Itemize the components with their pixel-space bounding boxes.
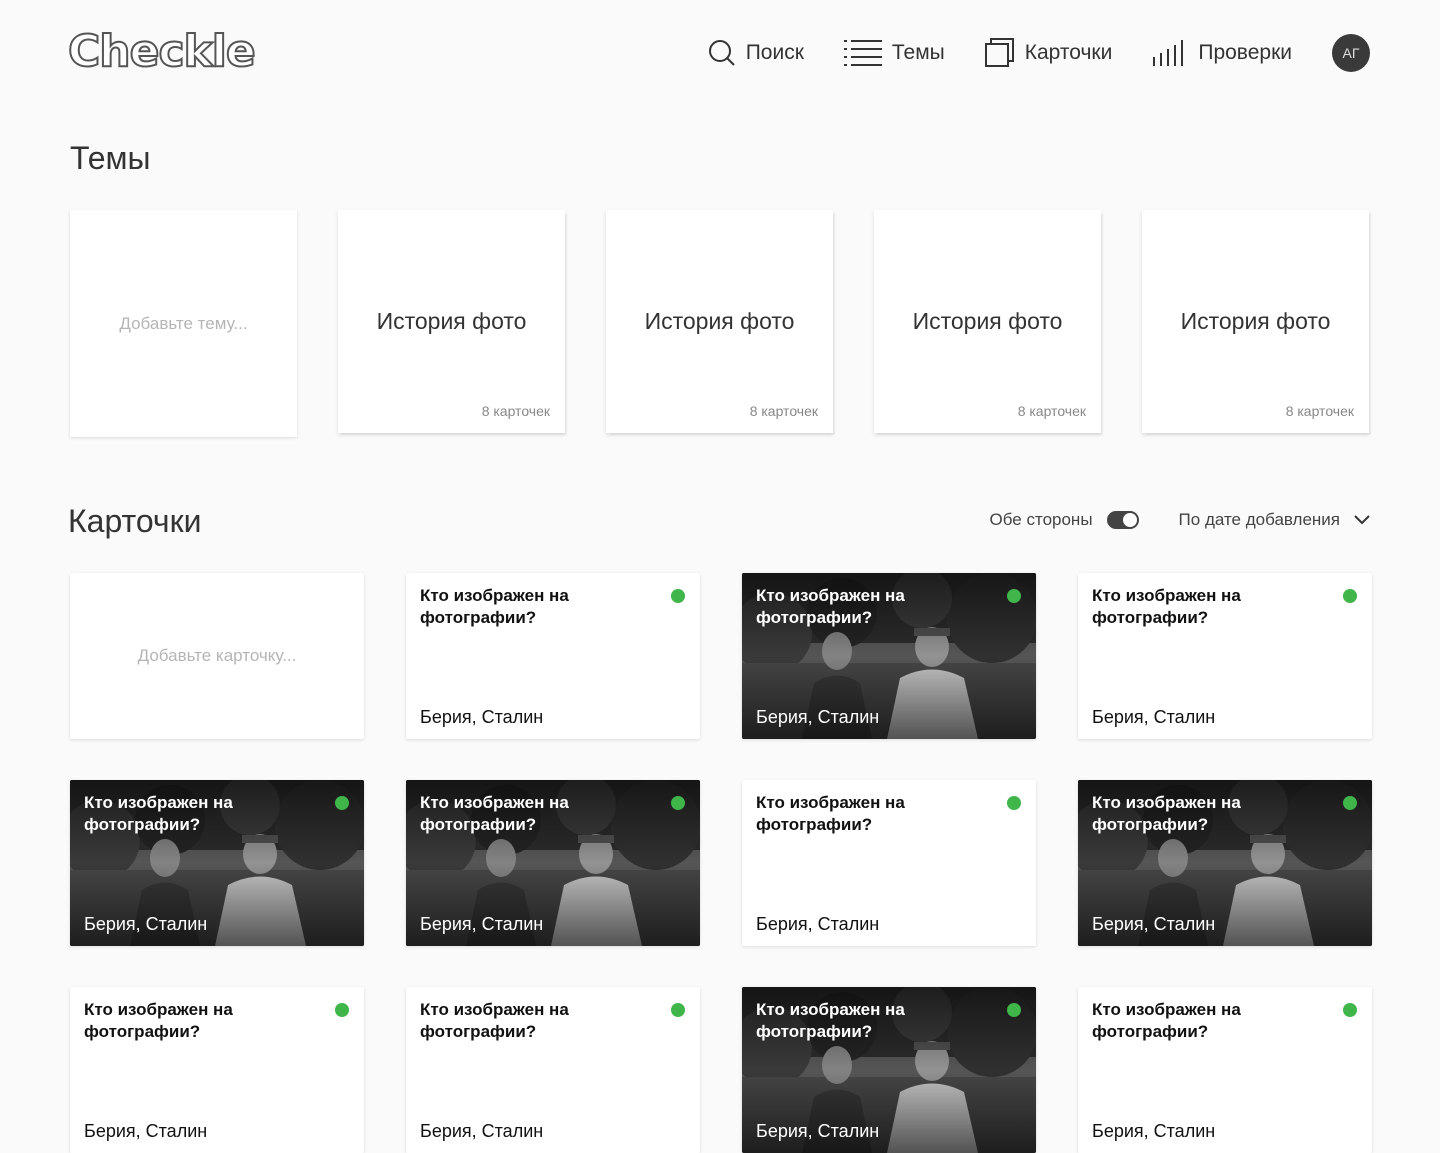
status-dot: [1343, 589, 1357, 603]
card-answer: Берия, Сталин: [1092, 707, 1216, 727]
card-question: Кто изображен на фотографии?: [1092, 793, 1241, 834]
topic-count: 8 карточек: [1017, 403, 1086, 419]
topic-tile[interactable]: История фото 8 карточек: [606, 210, 833, 433]
topic-title: История фото: [376, 308, 527, 334]
card-question: Кто изображен на фотографии?: [756, 793, 905, 834]
sort-dropdown[interactable]: По дате добавления: [1179, 510, 1370, 530]
app-logo[interactable]: Checkle: [67, 25, 257, 78]
card-answer: Берия, Сталин: [1092, 1121, 1216, 1141]
card-answer: Берия, Сталин: [756, 914, 880, 934]
topics-list: Добавьте тему... История фото 8 карточек…: [70, 210, 1369, 437]
topic-title: История фото: [644, 308, 795, 334]
card-tile[interactable]: Кто изображен на фотографии? Берия, Стали…: [70, 987, 364, 1153]
card-question: Кто изображен на фотографии?: [1092, 1000, 1241, 1041]
card-answer: Берия, Сталин: [420, 914, 544, 934]
status-dot: [335, 796, 349, 810]
list-icon: [843, 40, 882, 66]
status-dot: [1343, 796, 1357, 810]
status-dot: [671, 1003, 685, 1017]
topic-count: 8 карточек: [481, 403, 550, 419]
bars-icon: [1153, 40, 1184, 66]
card-question: Кто изображен на фотографии?: [84, 1000, 233, 1041]
topic-tile[interactable]: История фото 8 карточек: [1142, 210, 1369, 433]
nav-checks-label: Проверки: [1198, 41, 1292, 64]
nav-cards[interactable]: Карточки: [984, 38, 1113, 68]
card-question: Кто изображен на фотографии?: [420, 1000, 569, 1041]
topic-count: 8 карточек: [749, 403, 818, 419]
add-topic-tile[interactable]: Добавьте тему...: [70, 210, 297, 437]
card-question: Кто изображен на фотографии?: [84, 793, 233, 834]
card-tile[interactable]: Кто изображен на фотографии? Берия, Стали…: [406, 573, 700, 739]
card-answer: Берия, Сталин: [84, 914, 208, 934]
card-tile[interactable]: Кто изображен на фотографии? Берия, Стали…: [742, 987, 1036, 1153]
cards-icon: [984, 38, 1014, 67]
card-tile[interactable]: Кто изображен на фотографии? Берия, Стали…: [406, 987, 700, 1153]
card-tile[interactable]: Кто изображен на фотографии? Берия, Стали…: [70, 780, 364, 946]
both-sides-toggle[interactable]: [1106, 511, 1139, 529]
cards-grid: Добавьте карточку... Кто изображен на фо…: [70, 573, 1372, 1153]
card-answer: Берия, Сталин: [756, 707, 880, 727]
search-icon: [708, 40, 735, 66]
topic-tile[interactable]: История фото 8 карточек: [338, 210, 565, 433]
nav-topics[interactable]: Темы: [843, 39, 945, 67]
add-topic-placeholder: Добавьте тему...: [119, 313, 248, 333]
topic-count: 8 карточек: [1285, 403, 1354, 419]
both-sides-label: Обе стороны: [989, 510, 1093, 529]
status-dot: [335, 1003, 349, 1017]
card-tile[interactable]: Кто изображен на фотографии? Берия, Стали…: [1078, 780, 1372, 946]
sort-label: По дате добавления: [1178, 510, 1340, 529]
add-card-placeholder: Добавьте карточку...: [137, 646, 297, 665]
status-dot: [671, 589, 685, 603]
card-question: Кто изображен на фотографии?: [420, 586, 569, 627]
add-card-tile[interactable]: Добавьте карточку...: [70, 573, 364, 739]
card-question: Кто изображен на фотографии?: [1092, 586, 1241, 627]
card-tile[interactable]: Кто изображен на фотографии? Берия, Стали…: [742, 780, 1036, 946]
card-answer: Берия, Сталин: [420, 1121, 544, 1141]
card-question: Кто изображен на фотографии?: [756, 1000, 905, 1041]
nav-cards-label: Карточки: [1024, 41, 1113, 64]
status-dot: [671, 796, 685, 810]
status-dot: [1007, 589, 1021, 603]
cards-toolbar: Обе стороны По дате добавления: [990, 510, 1370, 530]
topic-title: История фото: [1180, 308, 1331, 334]
card-question: Кто изображен на фотографии?: [420, 793, 569, 834]
nav-checks[interactable]: Проверки: [1152, 39, 1292, 67]
card-answer: Берия, Сталин: [1092, 914, 1216, 934]
topic-tile[interactable]: История фото 8 карточек: [874, 210, 1101, 433]
chevron-down-icon: [1354, 515, 1370, 525]
nav-search[interactable]: Поиск: [708, 39, 804, 67]
status-dot: [1343, 1003, 1357, 1017]
card-answer: Берия, Сталин: [84, 1121, 208, 1141]
nav-topics-label: Темы: [891, 41, 945, 64]
card-tile[interactable]: Кто изображен на фотографии? Берия, Стали…: [742, 573, 1036, 739]
card-answer: Берия, Сталин: [420, 707, 544, 727]
cards-title: Карточки: [68, 503, 202, 539]
topics-title: Темы: [70, 140, 151, 176]
card-tile[interactable]: Кто изображен на фотографии? Берия, Стали…: [1078, 573, 1372, 739]
avatar[interactable]: АГ: [1332, 34, 1370, 72]
topic-title: История фото: [912, 308, 1063, 334]
status-dot: [1007, 1003, 1021, 1017]
nav-search-label: Поиск: [745, 41, 804, 64]
card-question: Кто изображен на фотографии?: [756, 586, 905, 627]
card-answer: Берия, Сталин: [756, 1121, 880, 1141]
card-tile[interactable]: Кто изображен на фотографии? Берия, Стали…: [1078, 987, 1372, 1153]
card-tile[interactable]: Кто изображен на фотографии? Берия, Стали…: [406, 780, 700, 946]
main-nav: Поиск Темы Карточки Проверки АГ: [708, 34, 1370, 72]
status-dot: [1007, 796, 1021, 810]
